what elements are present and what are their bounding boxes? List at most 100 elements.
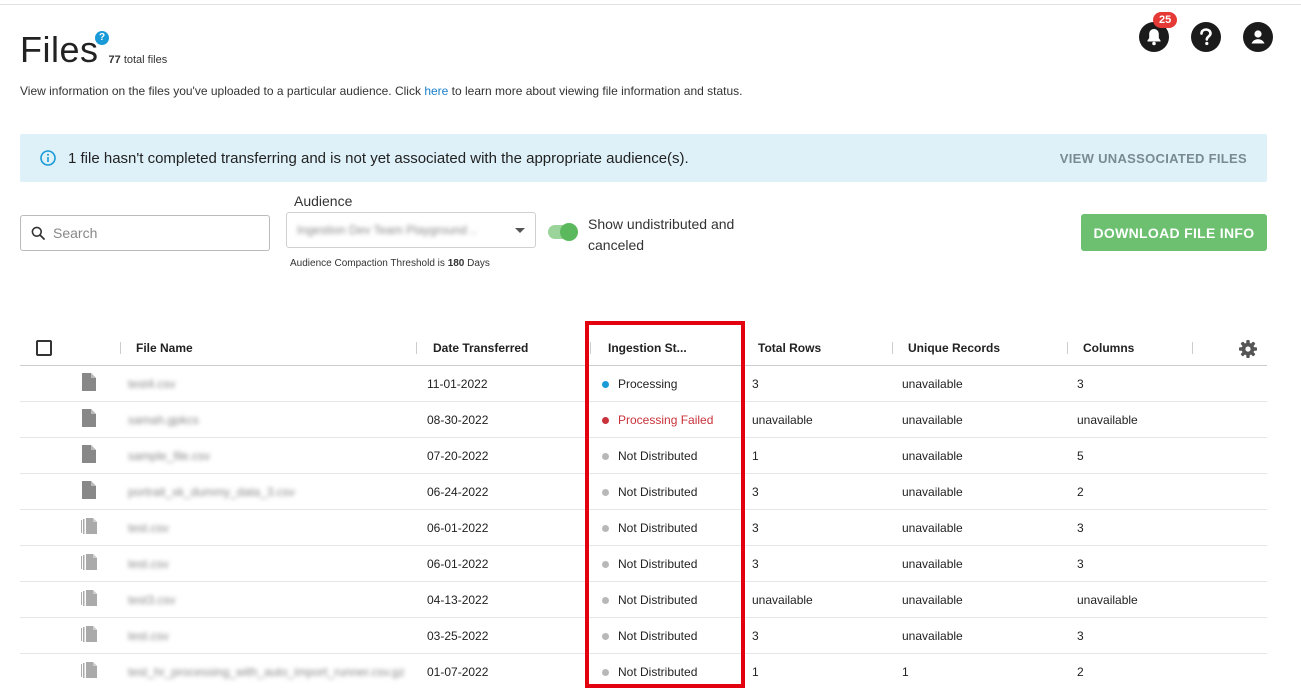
page-header: Files ? 77 total files [20,30,167,70]
file-name-cell[interactable]: test.csv [128,521,169,535]
learn-more-link[interactable]: here [424,84,448,98]
table-row[interactable]: portrait_xk_dummy_data_3.csv 06-24-2022 No… [20,474,1267,510]
ingestion-status-cell: Not Distributed [602,629,697,643]
search-box[interactable] [20,215,270,251]
column-divider [1192,342,1193,354]
show-undistributed-label: Show undistributed and canceled [588,216,735,253]
column-header-unique-records[interactable]: Unique Records [908,341,1000,355]
total-rows-cell: 1 [752,449,759,463]
file-name-cell[interactable]: test4.csv [128,377,175,391]
unique-records-cell: unavailable [902,593,963,607]
date-transferred-cell: 07-20-2022 [427,449,489,463]
status-dot-icon [602,596,609,604]
help-button[interactable] [1191,22,1221,52]
columns-cell: 2 [1077,665,1084,679]
table-row[interactable]: samah.gpkcs 08-30-2022 Processing Failed un… [20,402,1267,438]
table-row[interactable]: test3.csv 04-13-2022 Not Distributed unavai… [20,582,1267,618]
page-description: View information on the files you've upl… [20,84,743,98]
ingestion-status-text: Processing [618,377,678,391]
date-transferred-cell: 04-13-2022 [427,593,489,607]
total-rows-cell: 3 [752,557,759,571]
table-header: File Name Date Transferred Ingestion St.… [20,330,1267,366]
help-icon [1200,28,1212,46]
file-name-cell[interactable]: test3.csv [128,593,175,607]
ingestion-status-text: Not Distributed [618,629,698,643]
compaction-threshold-note: Audience Compaction Threshold is 180 Day… [290,258,490,269]
audience-selected-value: Ingestion Dev Team Playground .. [297,223,477,237]
columns-cell: 5 [1077,449,1084,463]
header-actions: 25 [1139,12,1273,52]
date-transferred-cell: 03-25-2022 [427,629,489,643]
table-body: test4.csv 11-01-2022 Processing 3 unavailabl… [20,366,1267,688]
notifications-button[interactable]: 25 [1139,12,1178,52]
table-row[interactable]: test.csv 03-25-2022 Not Distributed 3 unavai… [20,618,1267,654]
columns-cell: 3 [1077,521,1084,535]
column-header-file-name[interactable]: File Name [136,341,193,355]
table-row[interactable]: test_hr_processing_with_auto_import_runn… [20,654,1267,688]
status-dot-icon [602,668,609,676]
columns-cell: unavailable [1077,593,1138,607]
date-transferred-cell: 01-07-2022 [427,665,489,679]
file-name-cell[interactable]: test_hr_processing_with_auto_import_runn… [128,665,405,679]
ingestion-status-cell: Not Distributed [602,593,697,607]
column-divider [1067,342,1068,354]
column-header-columns[interactable]: Columns [1083,341,1134,355]
file-name-cell[interactable]: samah.gpkcs [128,413,199,427]
file-name-cell[interactable]: sample_file.csv [128,449,210,463]
question-circle-icon[interactable]: ? [95,31,109,45]
ingestion-status-cell: Processing [602,377,677,391]
table-row[interactable]: test.csv 06-01-2022 Not Distributed 3 unavai… [20,546,1267,582]
column-header-total-rows[interactable]: Total Rows [758,341,821,355]
status-dot-icon [602,380,609,388]
unique-records-cell: unavailable [902,557,963,571]
date-transferred-cell: 06-01-2022 [427,557,489,571]
status-dot-icon [602,488,609,496]
ingestion-status-cell: Not Distributed [602,485,697,499]
file-name-cell[interactable]: portrait_xk_dummy_data_3.csv [128,485,295,499]
column-divider [742,342,743,354]
column-divider [120,342,121,354]
multi-file-icon [80,516,100,539]
unique-records-cell: unavailable [902,449,963,463]
file-name-cell[interactable]: test.csv [128,629,169,643]
total-rows-cell: 3 [752,629,759,643]
column-header-date-transferred[interactable]: Date Transferred [433,341,528,355]
columns-cell: 2 [1077,485,1084,499]
unique-records-cell: unavailable [902,629,963,643]
table-row[interactable]: sample_file.csv 07-20-2022 Not Distributed… [20,438,1267,474]
user-icon [1251,30,1265,44]
ingestion-status-cell: Not Distributed [602,557,697,571]
column-header-ingestion-status[interactable]: Ingestion St... [608,341,687,355]
table-row[interactable]: test4.csv 11-01-2022 Processing 3 unavailabl… [20,366,1267,402]
multi-file-icon [80,660,100,683]
banner-message: 1 file hasn't completed transferring and… [68,149,689,167]
download-file-info-button[interactable]: DOWNLOAD FILE INFO [1081,214,1267,251]
file-name-cell[interactable]: test.csv [128,557,169,571]
notification-badge: 25 [1153,12,1178,28]
search-input[interactable] [53,225,253,241]
audience-select[interactable]: Ingestion Dev Team Playground .. [286,212,536,248]
user-account-button[interactable] [1243,22,1273,52]
chevron-down-icon [515,227,525,233]
select-all-checkbox[interactable] [36,340,52,356]
total-files-count: 77 total files [108,54,168,66]
ingestion-status-cell: Not Distributed [602,521,697,535]
toggle-knob [560,223,578,241]
status-dot-icon [602,452,609,460]
audience-label: Audience [294,193,353,209]
date-transferred-cell: 06-01-2022 [427,521,489,535]
total-rows-cell: 1 [752,665,759,679]
date-transferred-cell: 06-24-2022 [427,485,489,499]
total-rows-cell: 3 [752,377,759,391]
total-rows-cell: unavailable [752,593,813,607]
ingestion-status-text: Not Distributed [618,485,698,499]
table-row[interactable]: test.csv 06-01-2022 Not Distributed 3 unavai… [20,510,1267,546]
view-unassociated-files-button[interactable]: VIEW UNASSOCIATED FILES [1060,151,1247,166]
gear-icon[interactable] [1238,339,1258,359]
top-divider [0,4,1301,5]
columns-cell: 3 [1077,629,1084,643]
total-rows-cell: 3 [752,521,759,535]
ingestion-status-text: Not Distributed [618,593,698,607]
show-undistributed-toggle[interactable] [548,223,578,241]
column-divider [416,342,417,354]
